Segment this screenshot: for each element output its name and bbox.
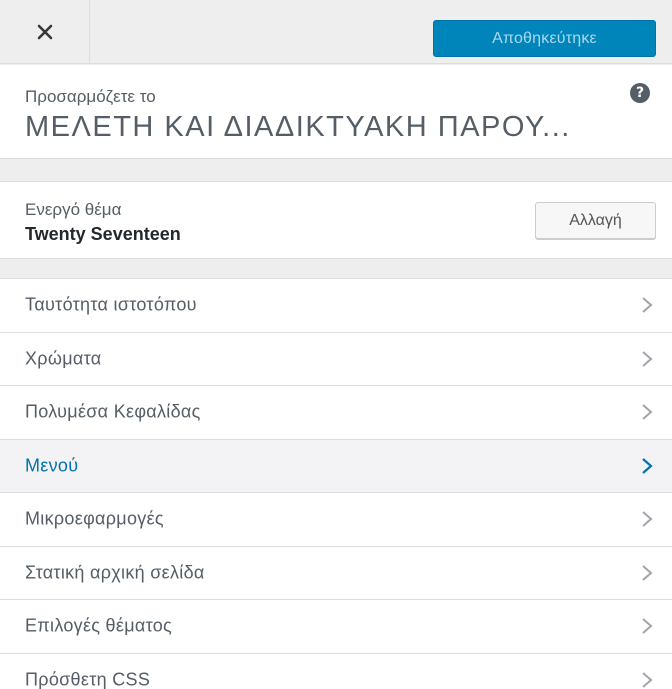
customizer-header: Αποθηκεύτηκε: [0, 0, 672, 64]
section-label: Μενού: [25, 455, 79, 476]
customize-info: Προσαρμόζετε το ΜΕΛΕΤΗ ΚΑΙ ΔΙΑΔΙΚΤΥΑΚΗ Π…: [0, 65, 672, 159]
section-label: Επιλογές θέματος: [25, 615, 173, 636]
change-theme-button[interactable]: Αλλαγή: [535, 202, 656, 239]
customizing-label: Προσαρμόζετε το: [25, 87, 156, 106]
close-button[interactable]: [0, 0, 90, 64]
section-widgets[interactable]: Μικροεφαρμογές: [0, 493, 672, 547]
chevron-right-icon: [640, 349, 654, 369]
section-label: Στατική αρχική σελίδα: [25, 562, 205, 583]
active-theme-name: Twenty Seventeen: [25, 224, 181, 244]
section-label: Πολυμέσα Κεφαλίδας: [25, 401, 201, 422]
chevron-right-icon: [640, 295, 654, 315]
customizer-panel: Αποθηκεύτηκε Προσαρμόζετε το ΜΕΛΕΤΗ ΚΑΙ …: [0, 0, 672, 689]
section-label: Ταυτότητα ιστοτόπου: [25, 294, 197, 315]
section-menus[interactable]: Μενού: [0, 439, 672, 493]
close-icon: [37, 24, 53, 40]
chevron-right-icon: [640, 616, 654, 636]
section-theme-options[interactable]: Επιλογές θέματος: [0, 600, 672, 654]
chevron-right-icon: [640, 509, 654, 529]
chevron-right-icon: [640, 456, 654, 476]
section-label: Μικροεφαρμογές: [25, 508, 164, 529]
section-additional-css[interactable]: Πρόσθετη CSS: [0, 653, 672, 689]
section-label: Πρόσθετη CSS: [25, 669, 151, 689]
chevron-right-icon: [640, 670, 654, 689]
section-header-media[interactable]: Πολυμέσα Κεφαλίδας: [0, 386, 672, 440]
section-site-identity[interactable]: Ταυτότητα ιστοτόπου: [0, 279, 672, 333]
section-list: Ταυτότητα ιστοτόπου Χρώματα Πολυμέσα Κεφ…: [0, 278, 672, 689]
saved-button[interactable]: Αποθηκεύτηκε: [433, 20, 656, 57]
section-static-front-page[interactable]: Στατική αρχική σελίδα: [0, 546, 672, 600]
section-label: Χρώματα: [25, 348, 102, 369]
section-colors[interactable]: Χρώματα: [0, 332, 672, 386]
site-title: ΜΕΛΕΤΗ ΚΑΙ ΔΙΑΔΙΚΤΥΑΚΗ ΠΑΡΟΥ...: [25, 111, 571, 143]
chevron-right-icon: [640, 402, 654, 422]
chevron-right-icon: [640, 563, 654, 583]
active-theme-label: Ενεργό θέμα: [25, 200, 122, 219]
help-icon[interactable]: ?: [630, 83, 650, 103]
active-theme-section: Ενεργό θέμα Twenty Seventeen Αλλαγή: [0, 181, 672, 259]
